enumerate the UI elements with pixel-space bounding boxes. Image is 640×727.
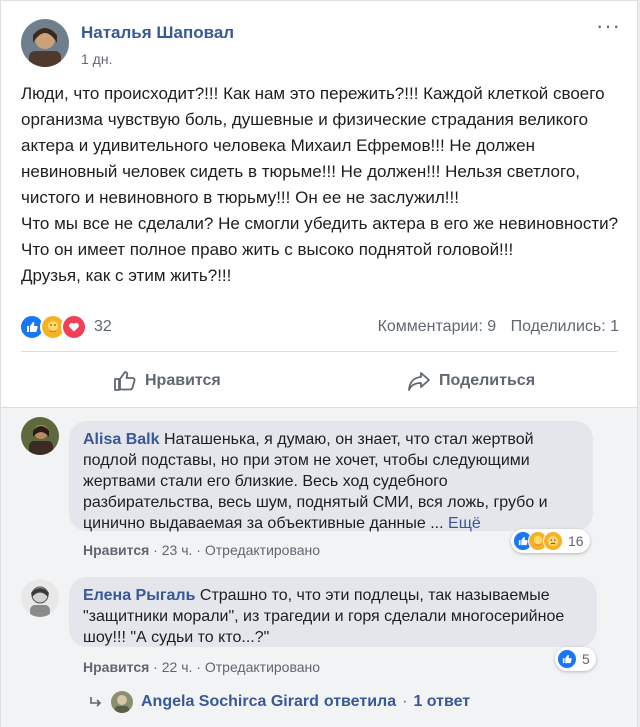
shares-count-link[interactable]: Поделились: 1 (511, 318, 619, 335)
reply-arrow-icon (90, 697, 102, 707)
comment-avatar[interactable] (21, 579, 59, 617)
comment-time[interactable]: 22 ч. (162, 659, 193, 675)
reaction-count: 32 (94, 318, 112, 335)
author-avatar[interactable] (21, 19, 69, 67)
comment-meta: Нравится · 22 ч. · Отредактировано (83, 659, 321, 675)
comment-meta: Нравится · 23 ч. · Отредактировано (83, 542, 321, 558)
share-arrow-icon (408, 372, 430, 391)
post-timestamp[interactable]: 1 дн. (81, 51, 112, 67)
comment-reaction-count: 5 (582, 651, 590, 667)
comment-bubble: Alisa Balk Наташенька, я думаю, он знает… (69, 421, 593, 532)
share-button-label: Поделиться (439, 372, 536, 389)
like-button[interactable]: Нравится (113, 367, 221, 395)
post-options-icon[interactable]: ··· (596, 15, 621, 37)
divider (21, 351, 617, 352)
reply-count: 1 ответ (413, 693, 471, 710)
divider (1, 407, 637, 408)
comment-author-name[interactable]: Alisa Balk (83, 431, 159, 448)
post-stats: Комментарии: 9 Поделились: 1 (368, 318, 619, 336)
comments-count-link[interactable]: Комментарии: 9 (378, 318, 497, 335)
comment-edited: Отредактировано (204, 659, 321, 675)
comment-like-link[interactable]: Нравится (83, 542, 149, 558)
thumbs-up-icon (114, 371, 136, 391)
like-reaction-icon (557, 649, 577, 669)
post-text: Люди, что происходит?!!! Как нам это пер… (21, 84, 619, 285)
reply-verb: ответила (323, 693, 397, 710)
share-button[interactable]: Поделиться (407, 367, 535, 395)
comment-avatar[interactable] (21, 417, 59, 455)
comment-bubble: Елена Рыгаль Страшно то, что эти подлецы… (69, 577, 597, 647)
sad-reaction-icon (543, 531, 563, 551)
comment-author-name[interactable]: Елена Рыгаль (83, 587, 195, 604)
like-button-label: Нравится (145, 372, 221, 389)
comment-time[interactable]: 23 ч. (162, 542, 193, 558)
reply-author-name: Angela Sochirca Girard (141, 693, 319, 710)
replies-link[interactable]: Angela Sochirca Girard ответила · 1 отве… (89, 691, 470, 713)
reply-author-avatar (111, 691, 133, 713)
comment-reaction-count: 16 (568, 533, 584, 549)
post-card: Наталья Шаповал 1 дн. ··· Люди, что прои… (0, 0, 638, 727)
see-more-link[interactable]: Ещё (448, 515, 481, 532)
comment-reaction-badge[interactable]: 5 (555, 647, 596, 671)
comment-reaction-badge[interactable]: 16 (511, 529, 590, 553)
post-author-name[interactable]: Наталья Шаповал (81, 23, 234, 43)
reaction-summary[interactable]: 32 (19, 314, 112, 340)
comment-like-link[interactable]: Нравится (83, 659, 149, 675)
love-reaction-icon (61, 314, 87, 340)
comment-edited: Отредактировано (204, 542, 321, 558)
